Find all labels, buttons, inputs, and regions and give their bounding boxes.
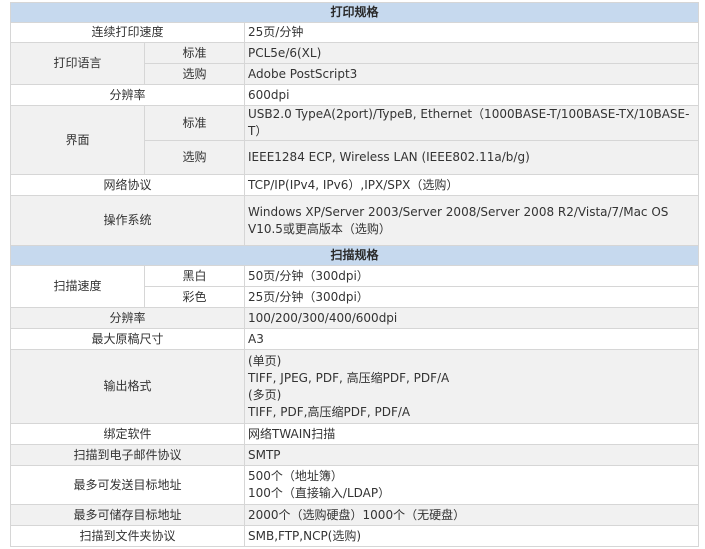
- scan-resolution-value: 100/200/300/400/600dpi: [243, 307, 700, 329]
- print-resolution-value: 600dpi: [243, 84, 700, 106]
- scan-resolution-label: 分辨率: [10, 307, 245, 329]
- email-protocol-value: SMTP: [243, 444, 700, 466]
- max-dest-value: 500个（地址簿） 100个（直接输入/LDAP）: [243, 465, 700, 505]
- protocol-value: TCP/IP(IPv4, IPv6）,IPX/SPX（选购）: [243, 174, 700, 196]
- table-row: 输出格式 (单页) TIFF, JPEG, PDF, 高压缩PDF, PDF/A…: [10, 349, 700, 424]
- max-store-label: 最多可储存目标地址: [10, 504, 245, 526]
- software-value: 网络TWAIN扫描: [243, 423, 700, 445]
- interface-standard-label: 标准: [144, 105, 245, 141]
- table-row: 扫描速度 黑白 50页/分钟（300dpi）: [10, 265, 700, 308]
- scan-speed-color-value: 25页/分钟（300dpi）: [243, 286, 700, 308]
- output-format-label: 输出格式: [10, 349, 245, 424]
- print-language-optional-label: 选购: [144, 63, 245, 85]
- max-dest-label: 最多可发送目标地址: [10, 465, 245, 505]
- table-row: 界面 标准 USB2.0 TypeA(2port)/TypeB, Etherne…: [10, 105, 700, 175]
- interface-optional-value: IEEE1284 ECP, Wireless LAN (IEEE802.11a/…: [243, 140, 700, 175]
- os-label: 操作系统: [10, 195, 245, 246]
- scan-section-header: 扫描规格: [9, 245, 700, 266]
- scan-speed-color-label: 彩色: [144, 286, 245, 308]
- scan-speed-bw-label: 黑白: [144, 265, 245, 287]
- output-format-line: (多页): [248, 387, 282, 402]
- interface-standard-value: USB2.0 TypeA(2port)/TypeB, Ethernet（1000…: [243, 105, 700, 141]
- table-row: 连续打印速度 25页/分钟: [10, 22, 700, 43]
- spec-table: 打印规格 连续打印速度 25页/分钟 打印语言 标准 PCL5e/6(XL) 选…: [9, 2, 700, 547]
- table-row: 最多可储存目标地址 2000个（选购硬盘）1000个（无硬盘）: [10, 504, 700, 526]
- print-speed-value: 25页/分钟: [243, 22, 700, 43]
- scan-speed-bw-value: 50页/分钟（300dpi）: [243, 265, 700, 287]
- max-dest-line: 100个（直接输入/LDAP）: [248, 486, 391, 500]
- output-format-value: (单页) TIFF, JPEG, PDF, 高压缩PDF, PDF/A (多页)…: [243, 349, 700, 424]
- interface-label: 界面: [10, 105, 145, 175]
- scan-speed-label: 扫描速度: [10, 265, 145, 308]
- table-row: 最大原稿尺寸 A3: [10, 328, 700, 350]
- print-language-standard-value: PCL5e/6(XL): [243, 42, 700, 64]
- protocol-label: 网络协议: [10, 174, 245, 196]
- os-value: Windows XP/Server 2003/Server 2008/Serve…: [243, 195, 700, 246]
- interface-optional-label: 选购: [144, 140, 245, 175]
- table-row: 最多可发送目标地址 500个（地址簿） 100个（直接输入/LDAP）: [10, 465, 700, 505]
- scan-section-title: 扫描规格: [9, 245, 700, 266]
- software-label: 绑定软件: [10, 423, 245, 445]
- max-store-value: 2000个（选购硬盘）1000个（无硬盘）: [243, 504, 700, 526]
- print-language-standard-label: 标准: [144, 42, 245, 64]
- table-row: 网络协议 TCP/IP(IPv4, IPv6）,IPX/SPX（选购）: [10, 174, 700, 196]
- table-row: 扫描到电子邮件协议 SMTP: [10, 444, 700, 466]
- print-speed-label: 连续打印速度: [10, 22, 245, 43]
- email-protocol-label: 扫描到电子邮件协议: [10, 444, 245, 466]
- max-size-label: 最大原稿尺寸: [10, 328, 245, 350]
- table-row: 分辨率 100/200/300/400/600dpi: [10, 307, 700, 329]
- table-row: 绑定软件 网络TWAIN扫描: [10, 423, 700, 445]
- folder-protocol-label: 扫描到文件夹协议: [10, 525, 245, 547]
- table-row: 分辨率 600dpi: [10, 84, 700, 106]
- print-language-label: 打印语言: [10, 42, 145, 85]
- output-format-line: TIFF, JPEG, PDF, 高压缩PDF, PDF/A: [248, 370, 450, 385]
- print-language-optional-value: Adobe PostScript3: [243, 63, 700, 85]
- print-section-title: 打印规格: [9, 2, 700, 23]
- table-row: 操作系统 Windows XP/Server 2003/Server 2008/…: [10, 195, 700, 246]
- folder-protocol-value: SMB,FTP,NCP(选购): [243, 525, 700, 547]
- output-format-line: (单页): [248, 353, 282, 368]
- max-size-value: A3: [243, 328, 700, 350]
- output-format-line: TIFF, PDF,高压缩PDF, PDF/A: [248, 404, 411, 419]
- table-row: 扫描到文件夹协议 SMB,FTP,NCP(选购): [10, 525, 700, 547]
- table-row: 打印语言 标准 PCL5e/6(XL): [10, 42, 700, 85]
- max-dest-line: 500个（地址簿）: [248, 469, 343, 483]
- print-section-header: 打印规格: [9, 2, 700, 23]
- print-resolution-label: 分辨率: [10, 84, 245, 106]
